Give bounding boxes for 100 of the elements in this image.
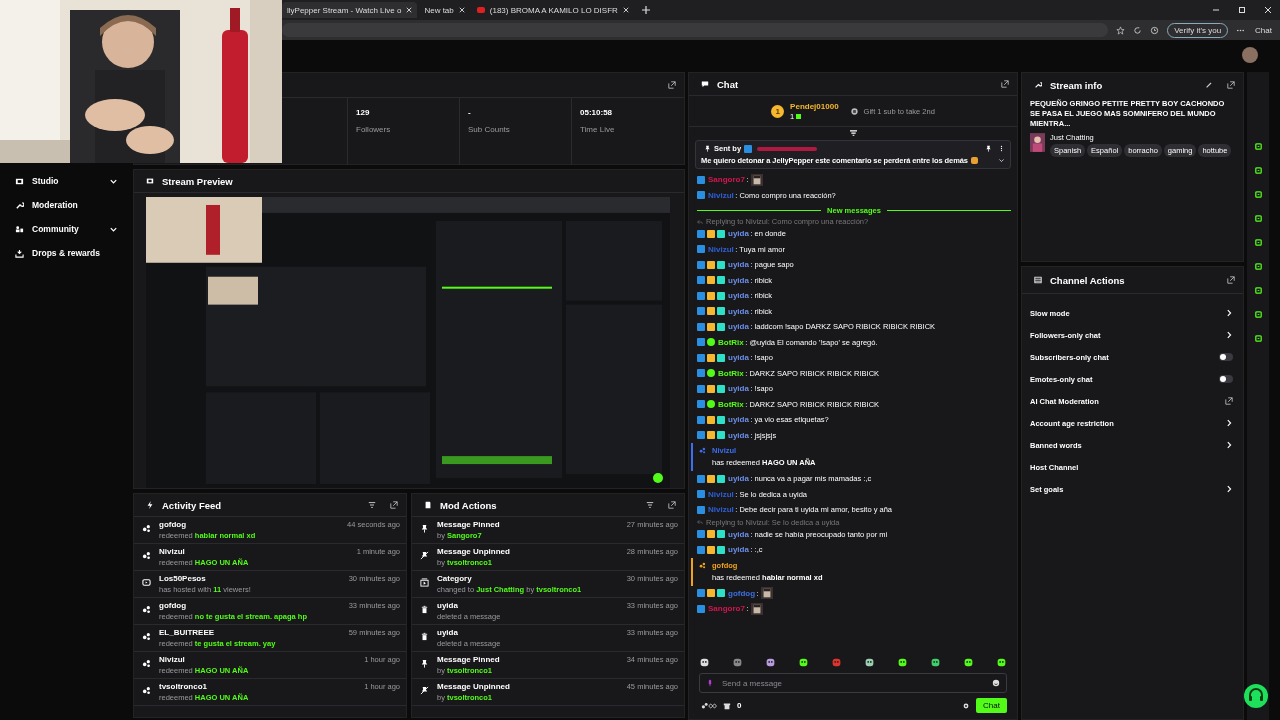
username[interactable]: gofdog [728,588,756,598]
browser-tab[interactable]: (183) BROMA A KAMILO LO DISFR [471,2,634,18]
history-icon[interactable] [1150,25,1160,35]
username[interactable]: uyida [728,229,749,239]
panel-title: Chat [717,78,739,90]
username: gofdog [159,520,188,529]
star-icon[interactable] [1116,25,1126,35]
emoji-icon[interactable] [992,679,1000,687]
emote-icon[interactable] [699,656,710,668]
browser-tab[interactable]: llyPepper Stream - Watch Live o [282,2,418,18]
close-icon[interactable] [622,7,629,13]
emote-icon[interactable] [897,656,908,668]
refresh-icon[interactable] [1133,25,1143,35]
username: gofdog [159,601,188,610]
unpin-icon [420,686,429,695]
tool-icon[interactable] [1253,214,1263,223]
chat-bubble-icon [701,80,709,88]
new-tab-icon[interactable] [641,6,650,14]
panel-title: Stream info [1050,79,1103,91]
toggle-switch[interactable] [1219,353,1233,361]
emote-icon[interactable] [765,656,776,668]
username[interactable]: uyida [728,529,749,539]
username[interactable]: BotRix [718,337,744,347]
send-button[interactable]: Chat [976,698,1007,713]
username[interactable]: uyida [728,474,749,484]
tool-icon[interactable] [1253,166,1263,175]
more-icon[interactable] [998,145,1005,152]
avatar[interactable] [1242,47,1258,63]
username: Nivizul [159,547,186,556]
message-input[interactable]: Send a message [699,673,1007,693]
tool-icon[interactable] [1253,238,1263,247]
username[interactable]: uyida [728,545,749,555]
reply-icon [697,519,703,525]
verify-button[interactable]: Verify it's you [1167,22,1229,38]
maximize-icon[interactable] [1237,5,1247,15]
settings-icon[interactable] [962,701,971,710]
username[interactable]: uyida [728,430,749,440]
username: Los50Pesos [159,574,207,583]
close-icon[interactable] [458,7,465,13]
popout-icon[interactable] [668,501,676,509]
emote-icon[interactable] [798,656,809,668]
username[interactable]: uyida [728,306,749,316]
category-icon [420,578,429,587]
username[interactable]: uyida [728,275,749,285]
sidebar-item[interactable]: Moderation [0,196,130,214]
popout-icon[interactable] [390,501,398,509]
username[interactable]: uyida [728,353,749,363]
tool-icon[interactable] [1253,310,1263,319]
chat-button[interactable]: Chat [1253,22,1274,38]
tool-icon[interactable] [1253,142,1263,151]
username[interactable]: BotRix [718,368,744,378]
sidebar-item[interactable]: Studio [0,172,130,190]
popout-icon[interactable] [668,81,676,89]
store-icon[interactable] [723,701,731,710]
edit-icon[interactable] [1205,81,1213,89]
filter-icon[interactable] [646,501,654,509]
close-icon[interactable] [1263,5,1273,15]
username[interactable]: uyida [728,291,749,301]
tool-icon[interactable] [1253,262,1263,271]
stat-value: 05:10:58 [580,108,613,117]
chevron-down-icon[interactable] [998,157,1005,164]
emote-icon[interactable] [864,656,875,668]
wrench-icon [15,200,24,210]
panel-title: Mod Actions [440,499,497,511]
wrench-icon [1034,81,1042,89]
tool-icon[interactable] [1253,286,1263,295]
tool-icon[interactable] [1253,334,1263,343]
username[interactable]: uyida [728,384,749,394]
emote-icon[interactable] [930,656,941,668]
close-icon[interactable] [406,7,413,13]
sidebar-item[interactable]: Community [0,220,130,238]
document-icon [424,501,432,509]
gift-icon [796,113,802,119]
toggle-switch[interactable] [1219,375,1233,383]
unpin-icon [420,551,429,560]
username[interactable]: uyida [728,260,749,270]
support-button[interactable] [1244,684,1268,708]
points-icon[interactable] [701,701,717,710]
dots-icon [142,632,151,641]
sidebar-item[interactable]: Drops & rewards [0,244,130,262]
lightning-icon [146,501,154,509]
popout-icon[interactable] [1227,81,1235,89]
username[interactable]: uyida [728,415,749,425]
emote-icon[interactable] [963,656,974,668]
username[interactable]: BotRix [718,399,744,409]
blurred-username [757,146,818,151]
stat-value: 129 [356,108,370,117]
popout-icon[interactable] [1001,80,1009,88]
emote-icon[interactable] [996,656,1007,668]
pin-icon[interactable] [985,145,992,152]
trash-icon [420,632,429,641]
tool-icon[interactable] [1253,190,1263,199]
username[interactable]: uyida [728,322,749,332]
microphone-icon[interactable] [706,679,714,687]
reply-icon [697,218,703,225]
browser-tab[interactable]: New tab [419,2,470,18]
scroll-down-icon[interactable] [848,130,858,137]
popout-icon[interactable] [1227,276,1235,284]
filter-icon[interactable] [368,501,376,509]
dots-icon [699,447,706,454]
